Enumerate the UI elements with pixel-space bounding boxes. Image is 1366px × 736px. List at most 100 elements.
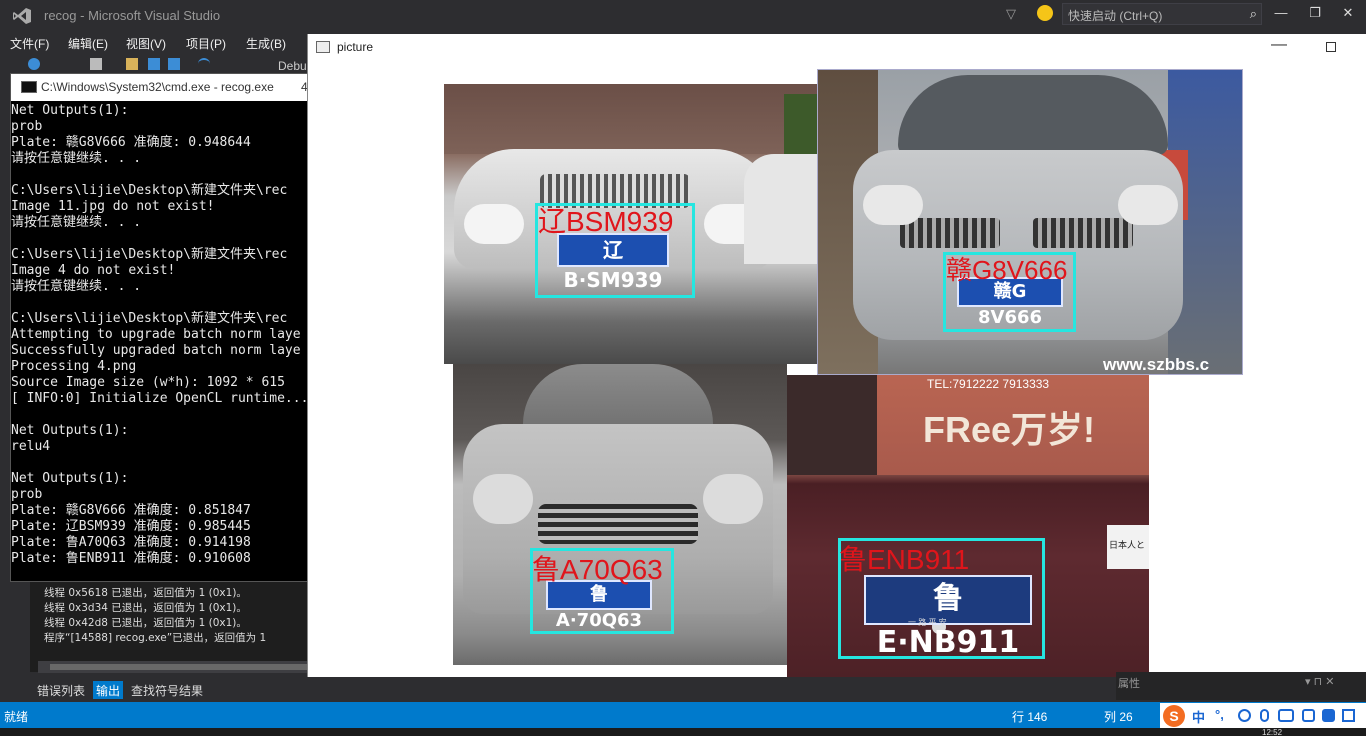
ime-toolbar: S 中 °, bbox=[1160, 703, 1366, 728]
window-title: recog - Microsoft Visual Studio bbox=[44, 8, 221, 23]
console-line: 请按任意键继续. . . bbox=[11, 279, 142, 294]
console-line: Plate: 鲁A70Q63 准确度: 0.914198 bbox=[11, 535, 251, 550]
quick-launch-input[interactable]: 快速启动 (Ctrl+Q) ⌕ bbox=[1062, 3, 1262, 25]
console-line: relu4 bbox=[11, 439, 51, 454]
console-line: Successfully upgraded batch norm laye bbox=[11, 343, 301, 358]
console-line: Net Outputs(1): bbox=[11, 103, 129, 118]
status-line: 行 146 bbox=[1012, 710, 1048, 724]
menu-build[interactable]: 生成(B) bbox=[246, 35, 286, 52]
output-line: 线程 0x3d34 已退出，返回值为 1 (0x1)。 bbox=[44, 602, 247, 614]
console-output: Net Outputs(1): prob Plate: 赣G8V666 准确度: 0… bbox=[11, 103, 309, 581]
tab-error-list[interactable]: 错误列表 bbox=[34, 681, 88, 699]
back-icon[interactable] bbox=[28, 58, 40, 70]
tab-output[interactable]: 输出 bbox=[93, 681, 124, 699]
quick-launch-placeholder: 快速启动 (Ctrl+Q) bbox=[1068, 9, 1163, 23]
photo-watermark: www.szbbs.c bbox=[1103, 355, 1210, 374]
menu-view[interactable]: 视图(V) bbox=[126, 35, 166, 52]
desktop: recog - Microsoft Visual Studio ▽ 快速启动 (… bbox=[0, 0, 1366, 736]
properties-label: 属性 bbox=[1118, 678, 1140, 690]
picture-title: picture bbox=[337, 40, 374, 54]
ime-language-toggle[interactable]: 中 bbox=[1192, 707, 1205, 726]
output-panel: 线程 0x5618 已退出，返回值为 1 (0x1)。 线程 0x3d34 已退… bbox=[30, 582, 308, 672]
visual-studio-logo-icon bbox=[13, 8, 31, 24]
ime-menu-icon[interactable] bbox=[1342, 709, 1355, 722]
console-line: 请按任意键继续. . . bbox=[11, 215, 142, 230]
tab-find-symbol-results[interactable]: 查找符号结果 bbox=[128, 681, 206, 699]
taskbar bbox=[0, 728, 1366, 736]
cmd-window: C:\Windows\System32\cmd.exe - recog.exe … bbox=[10, 73, 311, 582]
solution-config-dropdown[interactable]: Debu bbox=[278, 59, 307, 73]
plate-label-4: 鲁ENB911 bbox=[839, 544, 970, 575]
ime-emoji-icon[interactable] bbox=[1238, 709, 1251, 722]
picture-window-icon bbox=[316, 41, 330, 53]
ime-keyboard-icon[interactable] bbox=[1278, 709, 1294, 722]
banner-text: FRee万岁! bbox=[923, 409, 1096, 450]
console-line: C:\Users\lijie\Desktop\新建文件夹\rec bbox=[11, 311, 288, 326]
menu-bar: 文件(F) 编辑(E) 视图(V) 项目(P) 生成(B) bbox=[0, 32, 310, 54]
status-column: 列 26 bbox=[1104, 710, 1133, 724]
feedback-smiley-icon[interactable] bbox=[1037, 5, 1053, 21]
new-project-icon[interactable] bbox=[90, 58, 102, 70]
console-line: Attempting to upgrade batch norm laye bbox=[11, 327, 301, 342]
cmd-title: C:\Windows\System32\cmd.exe - recog.exe bbox=[41, 80, 274, 94]
ime-voice-icon[interactable] bbox=[1260, 709, 1269, 722]
console-line: 请按任意键继续. . . bbox=[11, 151, 142, 166]
console-line: Plate: 赣G8V666 准确度: 0.948644 bbox=[11, 135, 251, 150]
output-horizontal-scrollbar[interactable] bbox=[38, 661, 308, 673]
cmd-title-bar[interactable]: C:\Windows\System32\cmd.exe - recog.exe … bbox=[11, 74, 311, 101]
plate-label-1: 辽BSM939 bbox=[538, 206, 674, 237]
notification-filter-icon[interactable]: ▽ bbox=[1006, 6, 1016, 22]
console-line: Source Image size (w*h): 1092 * 615 bbox=[11, 375, 285, 390]
sticker-text: 日本人と bbox=[1109, 540, 1146, 550]
picture-canvas: 辽B·SM939 辽BSM939 www.szbbs.c 赣G 8V666 赣G… bbox=[308, 64, 1366, 677]
banner-phone: TEL:7912222 7913333 bbox=[927, 377, 1050, 391]
left-gutter bbox=[0, 582, 30, 677]
panel-pin-icon[interactable]: ▾ ⊓ ✕ bbox=[1305, 675, 1334, 688]
console-line: Net Outputs(1): bbox=[11, 423, 129, 438]
ime-punctuation-toggle[interactable]: °, bbox=[1215, 707, 1224, 722]
menu-project[interactable]: 项目(P) bbox=[186, 35, 226, 52]
scrollbar-thumb[interactable] bbox=[50, 664, 308, 670]
bottom-tab-strip: 错误列表 输出 查找符号结果 bbox=[0, 677, 310, 701]
output-line: 线程 0x5618 已退出，返回值为 1 (0x1)。 bbox=[44, 587, 247, 599]
console-line: C:\Users\lijie\Desktop\新建文件夹\rec bbox=[11, 247, 288, 262]
save-icon[interactable] bbox=[148, 58, 160, 70]
vs-title-bar: recog - Microsoft Visual Studio ▽ 快速启动 (… bbox=[0, 0, 1366, 32]
console-line: Processing 4.png bbox=[11, 359, 137, 374]
console-line: Plate: 赣G8V666 准确度: 0.851847 bbox=[11, 503, 251, 518]
undo-icon[interactable] bbox=[198, 58, 210, 70]
cmd-window-icon bbox=[21, 81, 37, 93]
console-line: [ INFO:0] Initialize OpenCL runtime... bbox=[11, 391, 309, 406]
console-line: prob bbox=[11, 119, 43, 134]
ime-toolbox-icon[interactable] bbox=[1302, 709, 1315, 722]
output-line: 程序“[14588] recog.exe”已退出，返回值为 1 bbox=[44, 632, 267, 644]
restore-button[interactable]: ❐ bbox=[1305, 5, 1325, 21]
console-line: Image 11.jpg do not exist! bbox=[11, 199, 215, 214]
output-line: 线程 0x42d8 已退出，返回值为 1 (0x1)。 bbox=[44, 617, 247, 629]
plate-label-3: 鲁A70Q63 bbox=[532, 554, 663, 585]
sogou-ime-logo[interactable]: S bbox=[1163, 705, 1185, 727]
taskbar-clock: 12:52 bbox=[1262, 728, 1283, 736]
menu-edit[interactable]: 编辑(E) bbox=[68, 35, 108, 52]
picture-title-bar[interactable]: picture — bbox=[308, 34, 1366, 61]
status-text: 就绪 bbox=[4, 710, 29, 724]
console-line: prob bbox=[11, 487, 43, 502]
ime-skin-icon[interactable] bbox=[1322, 709, 1335, 722]
search-icon[interactable]: ⌕ bbox=[1250, 6, 1257, 22]
plate-label-2: 赣G8V666 bbox=[946, 255, 1068, 285]
picture-window: picture — 辽B·SM939 辽BSM939 www.szbbs.c 赣… bbox=[307, 34, 1366, 677]
save-all-icon[interactable] bbox=[168, 58, 180, 70]
picture-minimize-button[interactable]: — bbox=[1271, 36, 1287, 54]
menu-file[interactable]: 文件(F) bbox=[10, 35, 49, 52]
minimize-button[interactable]: — bbox=[1271, 5, 1291, 20]
console-line: C:\Users\lijie\Desktop\新建文件夹\rec bbox=[11, 183, 288, 198]
picture-maximize-button[interactable] bbox=[1326, 42, 1336, 52]
console-line: Image 4 do not exist! bbox=[11, 263, 176, 278]
close-button[interactable]: ✕ bbox=[1338, 5, 1358, 21]
open-folder-icon[interactable] bbox=[126, 58, 138, 70]
